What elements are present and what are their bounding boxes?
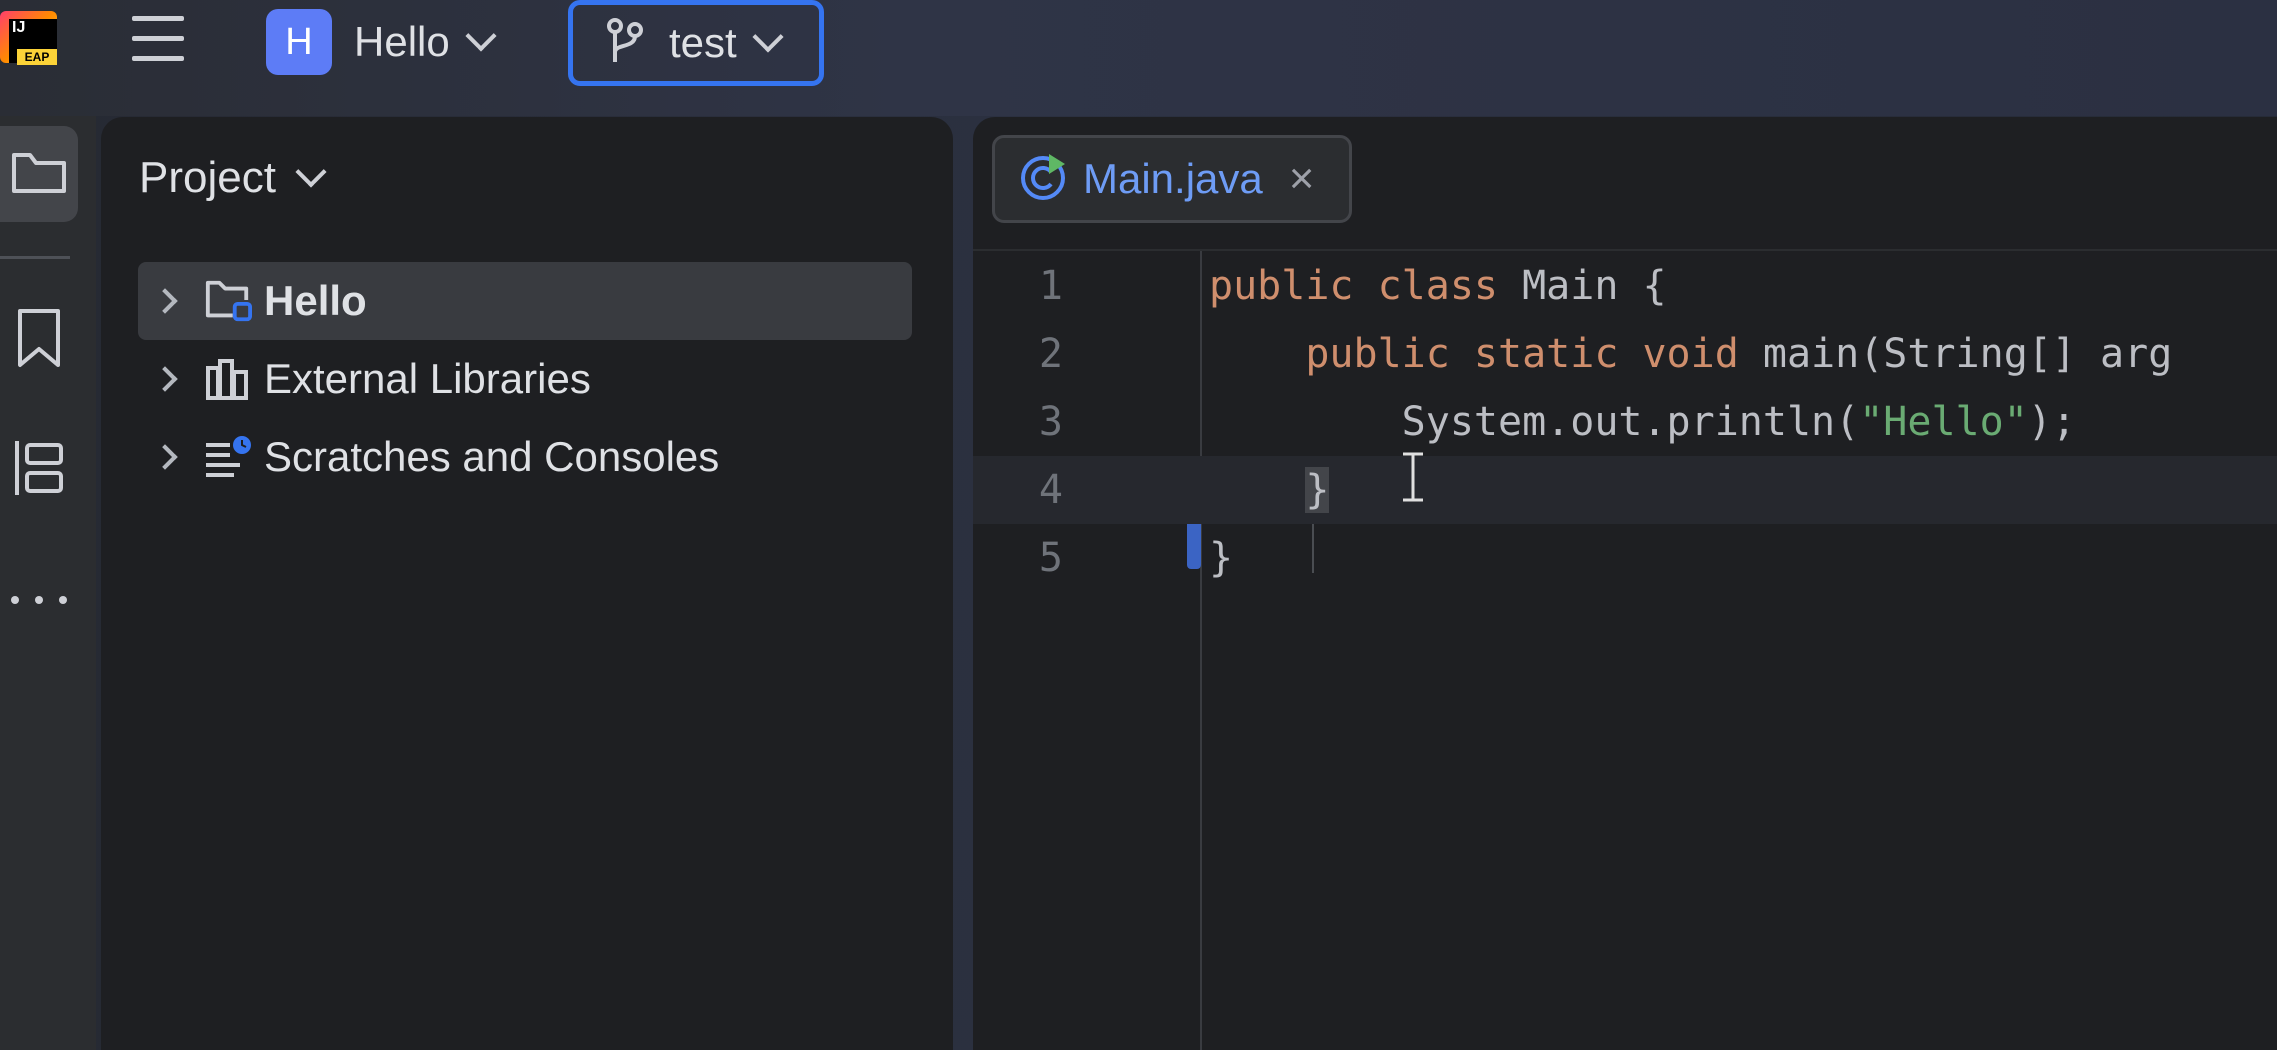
library-icon bbox=[204, 355, 252, 403]
tree-item-label: Scratches and Consoles bbox=[264, 433, 720, 480]
tree-item-scratches-and-consoles[interactable]: Scratches and Consoles bbox=[138, 418, 912, 496]
code-line[interactable]: 1 public class Main { bbox=[973, 252, 2277, 320]
tab-label: Main.java bbox=[1083, 155, 1263, 202]
strip-divider bbox=[0, 256, 70, 259]
expand-arrow-icon[interactable] bbox=[152, 288, 178, 314]
tree-item-external-libraries[interactable]: External Libraries bbox=[138, 340, 912, 418]
chevron-down-icon bbox=[752, 21, 784, 53]
line-number: 5 bbox=[1038, 535, 1063, 581]
code-text: } bbox=[1305, 467, 1330, 513]
more-icon[interactable] bbox=[0, 552, 78, 648]
ide-window: IJ EAP H Hello test Project Hello Extern… bbox=[0, 0, 2277, 1050]
expand-arrow-icon[interactable] bbox=[152, 444, 178, 470]
editor-tab-bar: Main.java × bbox=[973, 117, 2277, 251]
java-class-icon bbox=[1019, 152, 1069, 207]
code-text: } bbox=[1209, 535, 1234, 581]
line-number: 2 bbox=[1038, 331, 1063, 377]
line-number: 3 bbox=[1038, 399, 1063, 445]
scratches-icon bbox=[204, 433, 252, 481]
code-line[interactable]: 2 public static void main(String[] arg bbox=[973, 320, 2277, 388]
main-menu-hamburger-icon[interactable] bbox=[130, 12, 186, 68]
expand-arrow-icon[interactable] bbox=[152, 366, 178, 392]
logo-text: IJ bbox=[12, 19, 26, 36]
bookmarks-icon[interactable] bbox=[0, 290, 78, 386]
chevron-down-icon bbox=[295, 156, 327, 188]
project-tool-folder-icon[interactable] bbox=[0, 126, 78, 222]
line-number: 4 bbox=[1038, 467, 1063, 513]
branch-name: test bbox=[669, 19, 737, 66]
tree-item-label: Hello bbox=[264, 277, 367, 324]
module-folder-icon bbox=[204, 277, 252, 325]
tab-main-java[interactable]: Main.java × bbox=[992, 135, 1352, 223]
structure-icon[interactable] bbox=[0, 420, 78, 516]
code-line[interactable]: 5 } bbox=[973, 524, 2277, 592]
branch-switcher[interactable]: test bbox=[568, 0, 824, 86]
tool-window-strip bbox=[0, 116, 96, 1050]
code-line[interactable]: 3 System.out.println("Hello"); bbox=[973, 388, 2277, 456]
text-cursor-icon bbox=[1401, 452, 1425, 502]
code-text: public class Main { bbox=[1209, 263, 1667, 309]
git-branch-icon bbox=[605, 17, 645, 69]
logo-badge: EAP bbox=[17, 49, 57, 65]
project-name: Hello bbox=[354, 18, 450, 65]
code-text: public static void main(String[] arg bbox=[1305, 331, 2173, 377]
code-line-current[interactable]: 4 } bbox=[973, 456, 2277, 524]
panel-title: Project bbox=[139, 153, 276, 202]
editor-area: Main.java × 1 public class Main { 2 publ… bbox=[973, 117, 2277, 1050]
intellij-logo-icon[interactable]: IJ EAP bbox=[0, 11, 57, 65]
project-switcher[interactable]: H Hello bbox=[266, 8, 497, 76]
project-tool-window: Project Hello External Libraries Scratch… bbox=[101, 117, 953, 1050]
code-text: System.out.println("Hello"); bbox=[1209, 399, 2076, 445]
tree-item-hello[interactable]: Hello bbox=[138, 262, 912, 340]
project-view-selector[interactable]: Project bbox=[139, 153, 327, 203]
close-icon[interactable]: × bbox=[1289, 157, 1315, 201]
tree-item-label: External Libraries bbox=[264, 355, 591, 402]
project-badge: H bbox=[266, 9, 332, 75]
line-number: 1 bbox=[1038, 263, 1063, 309]
title-bar: IJ EAP H Hello test bbox=[0, 0, 2277, 116]
chevron-down-icon bbox=[465, 20, 497, 52]
